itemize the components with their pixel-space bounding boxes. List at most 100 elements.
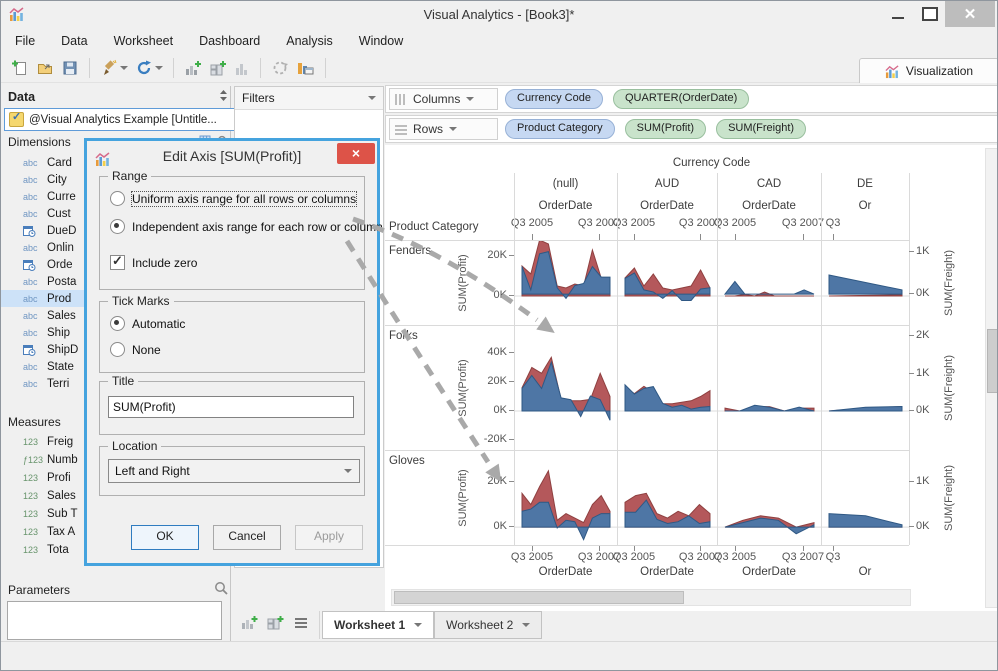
chart-cell[interactable] bbox=[718, 451, 821, 545]
radio-uniform-axis[interactable]: Uniform axis range for all rows or colum… bbox=[110, 190, 358, 207]
datasource-item[interactable]: @Visual Analytics Example [Untitle... bbox=[4, 108, 235, 131]
chart-cell[interactable] bbox=[718, 326, 821, 450]
open-button[interactable] bbox=[36, 59, 54, 77]
chart-cell[interactable] bbox=[515, 451, 617, 545]
chart-cell[interactable] bbox=[822, 241, 909, 325]
menu-data[interactable]: Data bbox=[61, 34, 87, 48]
new-worksheet-tab-button[interactable] bbox=[241, 614, 258, 636]
x-axis-field-top: OrderDate bbox=[640, 200, 694, 212]
radio-independent-axis[interactable]: Independent axis range for each row or c… bbox=[110, 219, 383, 234]
horizontal-scrollbar[interactable] bbox=[391, 589, 911, 606]
new-dashboard-tab-button[interactable] bbox=[267, 614, 284, 636]
chart-cell[interactable] bbox=[718, 241, 821, 325]
field-label: Sales bbox=[47, 309, 76, 322]
vertical-scrollbar[interactable] bbox=[985, 148, 997, 608]
y-tick-label-right: 1K bbox=[916, 475, 930, 487]
number-icon: 123 bbox=[23, 527, 39, 537]
search-icon[interactable] bbox=[214, 581, 229, 599]
menu-file[interactable]: File bbox=[15, 34, 35, 48]
sort-fields-icon[interactable] bbox=[218, 89, 229, 105]
horizontal-scrollbar-thumb[interactable] bbox=[394, 591, 684, 604]
y-tick-label-left: 0K bbox=[493, 289, 507, 301]
parameters-list[interactable] bbox=[7, 601, 222, 640]
left-axis-title-text[interactable]: SUM(Profit) bbox=[457, 254, 469, 311]
tab-visualization[interactable]: Visualization bbox=[859, 58, 997, 83]
abc-icon: abc bbox=[23, 157, 38, 168]
chart-cell[interactable] bbox=[618, 241, 717, 325]
connect-data-caret-icon bbox=[120, 65, 128, 70]
field-label: Terri bbox=[47, 377, 70, 390]
tab-worksheet-2[interactable]: Worksheet 2 bbox=[434, 611, 543, 639]
minimize-button[interactable] bbox=[885, 1, 911, 27]
filters-header[interactable]: Filters bbox=[235, 87, 383, 110]
save-button[interactable] bbox=[61, 59, 79, 77]
abc-icon: abc bbox=[23, 208, 38, 219]
dialog-title-bar[interactable]: Edit Axis [SUM(Profit)] × bbox=[87, 141, 377, 169]
vertical-scrollbar-thumb[interactable] bbox=[987, 329, 997, 393]
radio-automatic[interactable]: Automatic bbox=[110, 316, 185, 331]
new-worksheet-button[interactable] bbox=[184, 59, 202, 77]
y-tick-mark bbox=[909, 251, 914, 252]
left-axis-title-text[interactable]: SUM(Profit) bbox=[457, 469, 469, 526]
apply-button[interactable]: Apply bbox=[295, 525, 363, 550]
chart-cell[interactable] bbox=[618, 326, 717, 450]
maximize-button[interactable] bbox=[917, 1, 943, 27]
field-label: Numb bbox=[47, 454, 78, 466]
menu-worksheet[interactable]: Worksheet bbox=[114, 34, 174, 48]
visualization-label: Visualization bbox=[905, 64, 974, 78]
close-button[interactable]: ✕ bbox=[945, 1, 995, 27]
field-label: Sub T bbox=[47, 508, 78, 520]
connect-data-button[interactable] bbox=[100, 59, 128, 77]
format-button[interactable] bbox=[296, 59, 315, 77]
menu-analysis[interactable]: Analysis bbox=[286, 34, 333, 48]
refresh-button[interactable] bbox=[135, 59, 163, 77]
y-tick-mark bbox=[909, 526, 914, 527]
radio-none[interactable]: None bbox=[110, 342, 161, 357]
title-group: Title bbox=[99, 374, 365, 435]
menu-window[interactable]: Window bbox=[359, 34, 403, 48]
new-story-button[interactable] bbox=[234, 59, 250, 77]
field-label: Posta bbox=[47, 275, 77, 288]
ok-button[interactable]: OK bbox=[131, 525, 199, 550]
x-axis-field-bottom: OrderDate bbox=[538, 566, 593, 578]
pill-currency-code[interactable]: Currency Code bbox=[505, 89, 603, 109]
checkbox-include-zero[interactable]: Include zero bbox=[110, 253, 197, 270]
new-dashboard-button[interactable] bbox=[209, 59, 227, 77]
axis-title-input[interactable] bbox=[108, 396, 354, 418]
pill-sum-freight-[interactable]: SUM(Freight) bbox=[716, 119, 807, 139]
radio-none-label: None bbox=[132, 342, 161, 357]
right-axis-title-text[interactable]: SUM(Freight) bbox=[943, 249, 955, 315]
dialog-close-button[interactable]: × bbox=[337, 143, 375, 164]
filters-caret-icon bbox=[368, 96, 376, 100]
x-tick-label-bottom: Q3 2005 bbox=[510, 551, 554, 563]
sheet-list-button[interactable] bbox=[293, 616, 309, 635]
field-label: Prod bbox=[47, 292, 72, 305]
chart-cell[interactable] bbox=[822, 326, 909, 450]
left-axis-title: SUM(Profit) bbox=[455, 325, 471, 450]
columns-shelf-label[interactable]: Columns bbox=[389, 88, 498, 110]
cancel-button[interactable]: Cancel bbox=[213, 525, 281, 550]
pill-sum-profit-[interactable]: SUM(Profit) bbox=[624, 119, 707, 139]
tab-worksheet-1[interactable]: Worksheet 1 bbox=[322, 611, 435, 639]
chart-cell[interactable] bbox=[515, 326, 617, 450]
y-tick-label-left: 0K bbox=[493, 404, 507, 416]
area-chart bbox=[515, 239, 617, 300]
chart-cell[interactable] bbox=[515, 239, 617, 325]
field-label: Onlin bbox=[47, 241, 74, 254]
left-axis-title: SUM(Profit) bbox=[455, 450, 471, 545]
clear-sheet-button[interactable] bbox=[271, 59, 289, 77]
field-label: Tota bbox=[47, 544, 69, 556]
pill-quarter-orderdate-[interactable]: QUARTER(OrderDate) bbox=[612, 89, 750, 109]
location-select[interactable]: Left and Right bbox=[108, 459, 360, 483]
rows-shelf-label[interactable]: Rows bbox=[389, 118, 498, 140]
new-workbook-button[interactable] bbox=[11, 59, 29, 77]
pill-product-category[interactable]: Product Category bbox=[505, 119, 615, 139]
left-axis-title-text[interactable]: SUM(Profit) bbox=[457, 359, 469, 416]
visualization-icon bbox=[885, 64, 899, 78]
field-label: Profi bbox=[47, 472, 71, 484]
chart-cell[interactable] bbox=[618, 451, 717, 545]
chart-cell[interactable] bbox=[822, 451, 909, 545]
date-icon bbox=[23, 225, 36, 237]
toolbar-separator bbox=[260, 57, 261, 78]
menu-dashboard[interactable]: Dashboard bbox=[199, 34, 260, 48]
